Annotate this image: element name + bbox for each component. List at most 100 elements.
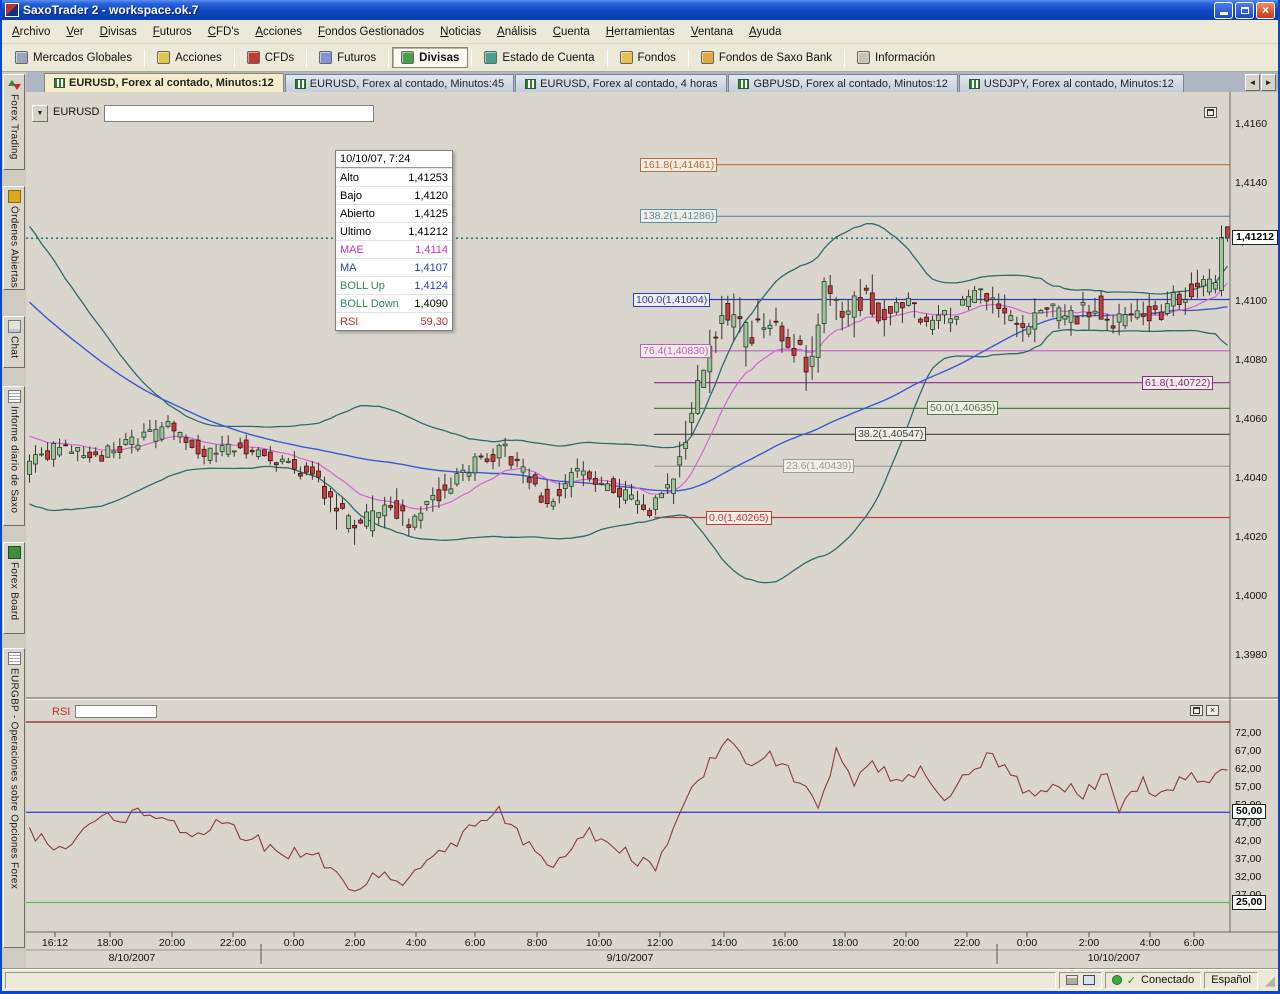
price-axis-label: 1,4040 [1235, 472, 1278, 484]
chart-icon [738, 79, 749, 89]
time-axis-label: 16:00 [763, 937, 807, 949]
menu-item-acciones[interactable]: Acciones [247, 22, 310, 42]
tooltip-row-value: 1,4107 [414, 262, 452, 274]
tooltip-row-label: Abierto [336, 208, 414, 220]
menu-item-ventana[interactable]: Ventana [683, 22, 741, 42]
toolbar-button-fondos[interactable]: Fondos [611, 47, 685, 68]
rail-tab-chat[interactable]: Chat [3, 316, 25, 368]
last-price-badge: 1,41212 [1232, 230, 1278, 245]
menu-item-noticias[interactable]: Noticias [432, 22, 489, 42]
menu-item-analisis[interactable]: Análisis [489, 22, 545, 42]
rail-tab-forex-trading[interactable]: Forex Trading [3, 74, 25, 170]
left-rail: Forex Trading Órdenes Abiertas Chat Informe… [2, 72, 26, 968]
menu-item-cfd-s[interactable]: CFD's [200, 22, 248, 42]
time-axis-label: 18:00 [88, 937, 132, 949]
tooltip-row-value: 1,41253 [408, 172, 452, 184]
toolbar-separator [688, 49, 689, 67]
chart-icon [54, 78, 65, 88]
scroll-left-icon[interactable]: ◄ [1245, 74, 1260, 91]
toolbar-separator [306, 49, 307, 67]
check-icon: ✓ [1127, 974, 1136, 987]
chart-tooltip: 10/10/07, 7:24Alto1,41253Bajo1,4120Abier… [335, 150, 453, 331]
restore-icon[interactable] [1204, 107, 1217, 118]
info-icon [857, 51, 870, 64]
price-chart-canvas[interactable] [26, 92, 1278, 968]
toolbar-button-informacion[interactable]: Información [848, 47, 944, 68]
rsi-level-badge: 50,00 [1232, 804, 1266, 819]
rsi-input[interactable] [75, 705, 157, 718]
menu-item-ayuda[interactable]: Ayuda [741, 22, 789, 42]
futures-icon [319, 51, 332, 64]
time-axis-label: 12:00 [638, 937, 682, 949]
fib-label: 23.6(1,40439) [783, 459, 854, 473]
cfds-icon [247, 51, 260, 64]
rsi-axis-label: 37,00 [1235, 853, 1278, 865]
menu-item-ver[interactable]: Ver [58, 22, 91, 42]
symbol-input[interactable] [104, 105, 374, 122]
monitor-icon[interactable] [1083, 975, 1095, 985]
tooltip-row: MAE1,4114 [336, 240, 452, 258]
chart-tabbar: EURUSD, Forex al contado, Minutos:12EURU… [26, 72, 1278, 92]
price-axis-label: 1,4060 [1235, 413, 1278, 425]
status-connection-panel: ✓Conectado [1105, 972, 1201, 989]
toolbar-button-cfds[interactable]: CFDs [238, 47, 303, 68]
close-button[interactable]: × [1256, 2, 1275, 19]
chart-icon [295, 79, 306, 89]
toolbar-button-estado-de-cuenta[interactable]: Estado de Cuenta [475, 47, 603, 68]
toolbar-button-divisas[interactable]: Divisas [392, 47, 468, 68]
account-icon [484, 51, 497, 64]
rail-tab-ordenes-abiertas[interactable]: Órdenes Abiertas [3, 186, 25, 290]
chart-tab-usdjpy-forex-al-contado-minutos-12[interactable]: USDJPY, Forex al contado, Minutos:12 [959, 74, 1184, 92]
rail-tab-informe-diario-de-saxo[interactable]: Informe diario de Saxo [3, 386, 25, 526]
menu-item-herramientas[interactable]: Herramientas [598, 22, 683, 42]
tooltip-row-label: RSI [336, 316, 420, 328]
tooltip-row-label: BOLL Down [336, 298, 414, 310]
menu-item-cuenta[interactable]: Cuenta [545, 22, 598, 42]
resize-grip[interactable]: ◢ [1261, 972, 1275, 989]
window-title: SaxoTrader 2 - workspace.ok.7 [23, 3, 1214, 17]
time-axis-label: 4:00 [394, 937, 438, 949]
time-axis-label: 2:00 [1067, 937, 1111, 949]
tooltip-header: 10/10/07, 7:24 [336, 151, 452, 168]
toolbar-button-futuros[interactable]: Futuros [310, 47, 385, 68]
chevron-down-icon[interactable]: ▼ [32, 105, 48, 122]
fib-label: 100.0(1,41004) [633, 293, 710, 307]
chart-tab-eurusd-forex-al-contado-minutos-45[interactable]: EURUSD, Forex al contado, Minutos:45 [285, 74, 514, 92]
restore-icon[interactable] [1190, 705, 1203, 716]
time-axis-label: 22:00 [945, 937, 989, 949]
rail-tab-forex-board[interactable]: Forex Board [3, 542, 25, 634]
fib-label: 38.2(1,40547) [855, 427, 926, 441]
board-icon [8, 546, 21, 559]
toolbar-button-fondos-de-saxo-bank[interactable]: Fondos de Saxo Bank [692, 47, 841, 68]
rsi-axis-label: 57,00 [1235, 781, 1278, 793]
time-axis-label: 22:00 [211, 937, 255, 949]
maximize-button[interactable] [1235, 2, 1254, 19]
time-axis-label: 0:00 [1005, 937, 1049, 949]
time-axis-label: 0:00 [272, 937, 316, 949]
price-axis-label: 1,4000 [1235, 590, 1278, 602]
close-icon[interactable]: × [1206, 705, 1219, 716]
menu-item-archivo[interactable]: Archivo [4, 22, 58, 42]
printer-icon[interactable] [1066, 975, 1078, 985]
window-controls: × [1214, 2, 1275, 19]
menu-item-divisas[interactable]: Divisas [92, 22, 145, 42]
rail-tab-eurgbp-operaciones-sobre-opciones-forex[interactable]: EURGBP - Operaciones sobre Opciones Fore… [3, 648, 25, 948]
chart-tab-eurusd-forex-al-contado-4-horas[interactable]: EURUSD, Forex al contado, 4 horas [515, 74, 727, 92]
price-axis-label: 1,3980 [1235, 649, 1278, 661]
toolbar-separator [388, 49, 389, 67]
status-language-panel: Español [1204, 972, 1258, 989]
toolbar-button-acciones[interactable]: Acciones [148, 47, 231, 68]
toolbar-button-mercados-globales[interactable]: Mercados Globales [6, 47, 141, 68]
tooltip-row-label: MAE [336, 244, 415, 256]
chat-icon [8, 320, 21, 333]
menu-item-fondos-gestionados[interactable]: Fondos Gestionados [310, 22, 432, 42]
minimize-button[interactable] [1214, 2, 1233, 19]
funds-icon [620, 51, 633, 64]
menu-item-futuros[interactable]: Futuros [145, 22, 200, 42]
tooltip-row: Ultimo1,41212 [336, 222, 452, 240]
scroll-right-icon[interactable]: ► [1261, 74, 1276, 91]
chart-tab-eurusd-forex-al-contado-minutos-12[interactable]: EURUSD, Forex al contado, Minutos:12 [44, 73, 284, 92]
time-axis-label: 16:12 [33, 937, 77, 949]
tooltip-row-value: 1,41212 [408, 226, 452, 238]
chart-tab-gbpusd-forex-al-contado-minutos-12[interactable]: GBPUSD, Forex al contado, Minutos:12 [728, 74, 957, 92]
